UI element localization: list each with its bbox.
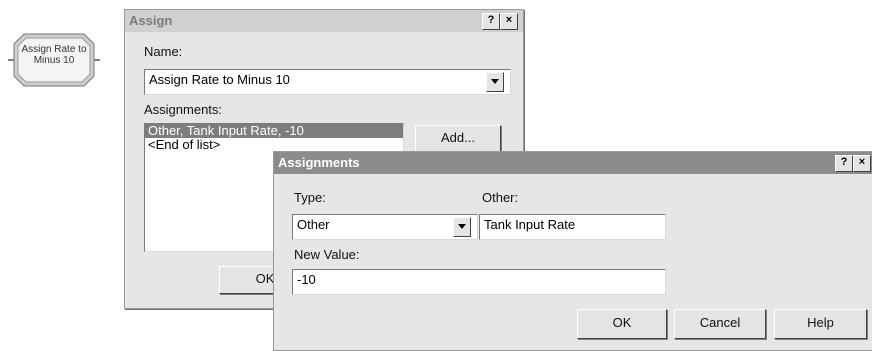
- list-item-end[interactable]: <End of list>: [145, 138, 403, 152]
- ok-button[interactable]: OK: [577, 309, 667, 339]
- name-value: Assign Rate to Minus 10: [149, 72, 290, 87]
- module-label-line2: Minus 10: [33, 55, 75, 66]
- name-combobox[interactable]: Assign Rate to Minus 10: [144, 69, 511, 95]
- assignments-dialog-titlebar[interactable]: Assignments: [274, 152, 872, 174]
- type-value: Other: [297, 217, 330, 232]
- name-label: Name:: [144, 44, 183, 59]
- assign-dialog-titlebar[interactable]: Assign: [125, 10, 523, 32]
- add-button[interactable]: Add...: [415, 125, 501, 153]
- new-value-input[interactable]: -10: [292, 269, 666, 295]
- type-dropdown-arrow-icon[interactable]: [453, 217, 471, 237]
- list-item-selected[interactable]: Other, Tank Input Rate, -10: [145, 124, 403, 138]
- assign-dialog-title: Assign: [129, 13, 173, 28]
- new-value: -10: [297, 272, 316, 287]
- help-icon[interactable]: ?: [482, 13, 500, 30]
- other-label: Other:: [482, 190, 519, 205]
- name-dropdown-arrow-icon[interactable]: [486, 72, 504, 92]
- new-value-label: New Value:: [294, 247, 360, 262]
- assignments-dialog: Assignments ? × Type: Other Other: Tank …: [273, 151, 872, 351]
- module-label-line1: Assign Rate to: [21, 44, 87, 55]
- help-icon[interactable]: ?: [835, 155, 853, 172]
- other-input[interactable]: Tank Input Rate: [479, 214, 666, 240]
- other-value: Tank Input Rate: [484, 217, 576, 232]
- cancel-button[interactable]: Cancel: [674, 309, 766, 339]
- type-select[interactable]: Other: [292, 214, 478, 240]
- close-icon[interactable]: ×: [853, 155, 871, 172]
- assignments-dialog-title: Assignments: [278, 155, 360, 170]
- help-button[interactable]: Help: [774, 309, 867, 339]
- module-label: Assign Rate to Minus 10: [20, 44, 88, 66]
- close-icon[interactable]: ×: [500, 13, 518, 30]
- type-label: Type:: [294, 190, 326, 205]
- assignments-label: Assignments:: [144, 102, 223, 117]
- assign-module-block[interactable]: Assign Rate to Minus 10: [8, 30, 100, 90]
